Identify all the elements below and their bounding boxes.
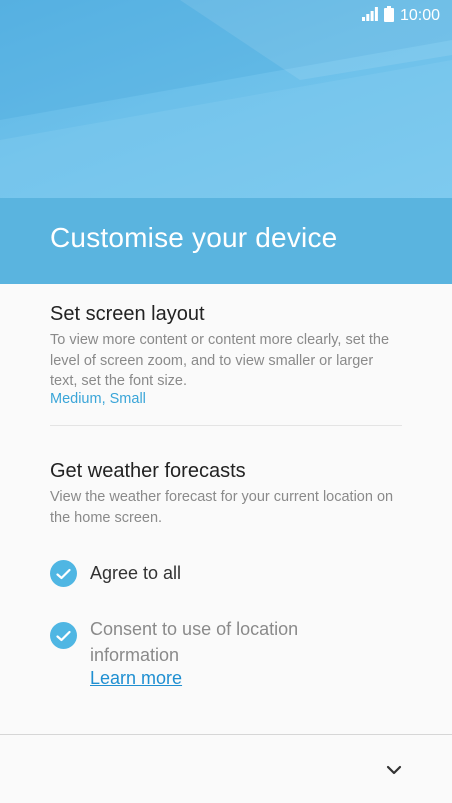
agree-all-checkbox[interactable]	[50, 560, 77, 587]
agree-all-label: Agree to all	[90, 563, 182, 583]
hero-background-shapes	[0, 0, 452, 198]
hero-banner	[0, 0, 452, 198]
section-divider	[50, 425, 402, 426]
next-button[interactable]	[376, 752, 412, 788]
check-icon	[56, 568, 71, 579]
battery-icon	[383, 5, 394, 27]
consent-location-row[interactable]: Consent to use of location information	[50, 616, 350, 668]
consent-location-label: Consent to use of location information	[90, 619, 299, 665]
signal-icon	[361, 6, 378, 26]
consent-location-checkbox[interactable]	[50, 622, 77, 649]
screen-layout-description: To view more content or content more cle…	[50, 332, 390, 389]
status-bar: 10:00	[361, 5, 440, 27]
screen-layout-title[interactable]: Set screen layout	[50, 303, 205, 326]
weather-description: View the weather forecast for your curre…	[50, 489, 394, 526]
page-title: Customise your device	[50, 222, 338, 253]
chevron-down-icon	[386, 765, 402, 775]
footer-divider	[0, 734, 452, 735]
agree-all-row[interactable]: Agree to all	[50, 560, 181, 587]
status-time: 10:00	[399, 7, 440, 24]
screen-layout-value: Medium, Small	[50, 391, 146, 407]
learn-more-link[interactable]: Learn more	[90, 668, 182, 689]
check-icon	[56, 630, 71, 641]
weather-title: Get weather forecasts	[50, 460, 246, 482]
